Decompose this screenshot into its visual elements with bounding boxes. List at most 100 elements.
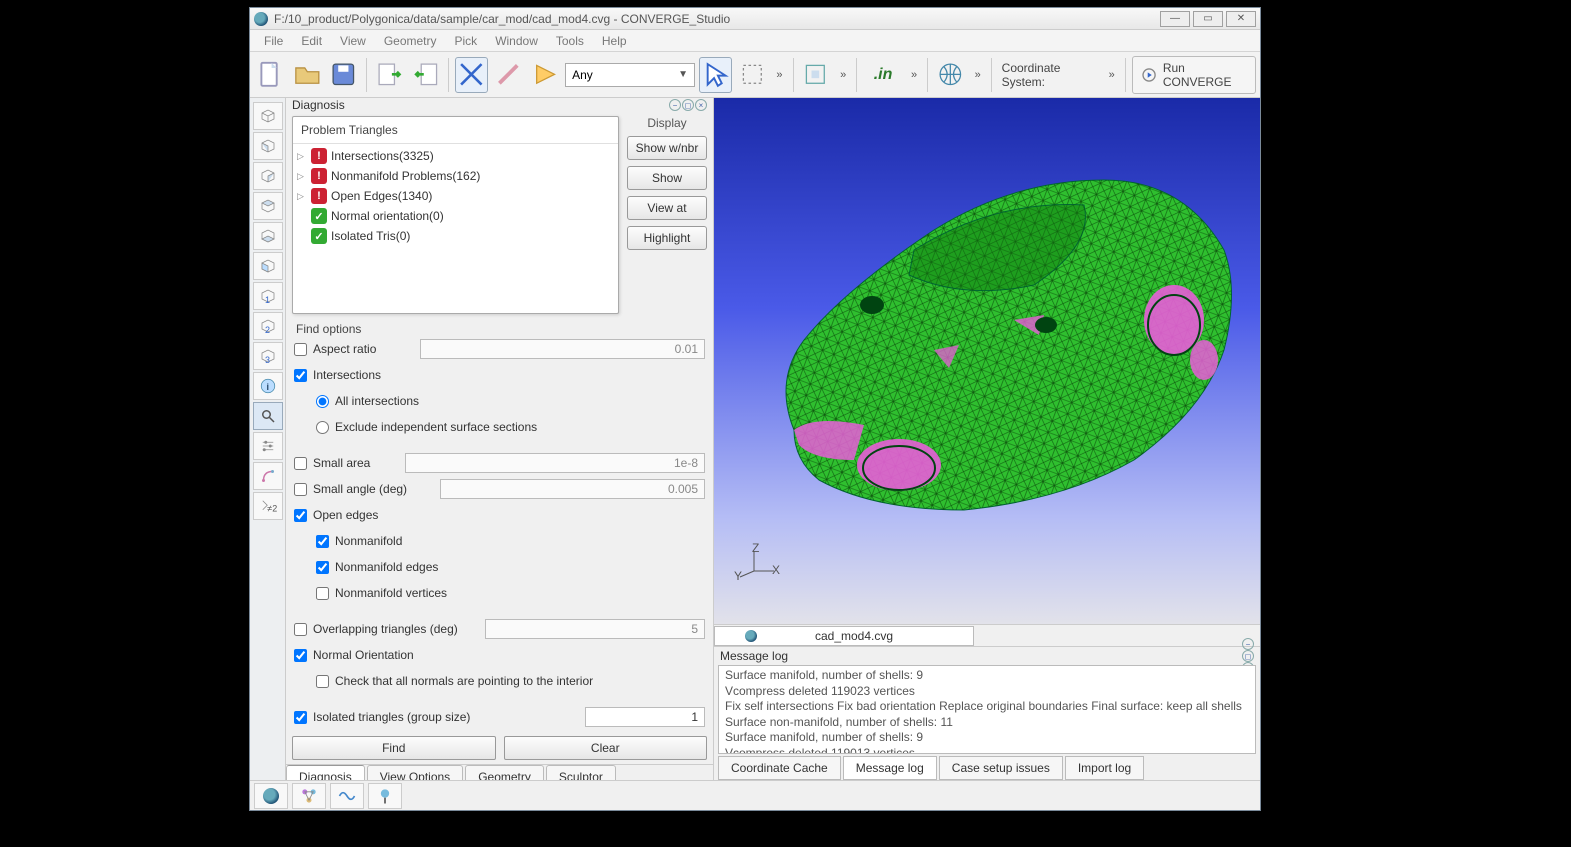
close-button[interactable]: ✕	[1226, 11, 1256, 27]
menu-pick[interactable]: Pick	[447, 32, 486, 50]
log-min-icon[interactable]: −	[1242, 638, 1254, 650]
aspect-ratio-checkbox[interactable]	[294, 343, 307, 356]
view-toggle-button[interactable]	[799, 57, 832, 93]
window-title: F:/10_product/Polygonica/data/sample/car…	[274, 12, 1160, 26]
view-right-3-button[interactable]: 3	[253, 342, 283, 370]
tree-item-normal-orient[interactable]: ✓Normal orientation(0)	[297, 206, 614, 226]
exclude-sections-radio[interactable]	[316, 421, 329, 434]
open-file-button[interactable]	[291, 57, 324, 93]
highlight-button[interactable]: Highlight	[627, 226, 707, 250]
menubar: File Edit View Geometry Pick Window Tool…	[250, 30, 1260, 52]
menu-window[interactable]: Window	[487, 32, 546, 50]
show-button[interactable]: Show	[627, 166, 707, 190]
tab-import-log[interactable]: Import log	[1065, 756, 1144, 780]
import-button[interactable]	[410, 57, 443, 93]
tree-item-open-edges[interactable]: ▷!Open Edges(1340)	[297, 186, 614, 206]
view-right-2-button[interactable]: 2	[253, 312, 283, 340]
toolbar-overflow-2[interactable]: »	[836, 69, 850, 81]
view-front-button[interactable]	[253, 132, 283, 160]
menu-view[interactable]: View	[332, 32, 374, 50]
tab-case-setup[interactable]: Case setup issues	[939, 756, 1063, 780]
minimize-button[interactable]: —	[1160, 11, 1190, 27]
isolated-checkbox[interactable]	[294, 711, 307, 724]
menu-edit[interactable]: Edit	[293, 32, 330, 50]
status-app-button[interactable]	[254, 783, 288, 809]
tab-message-log[interactable]: Message log	[843, 756, 937, 780]
body-area: 1 2 3 i ≠2 Diagnosis − ◻ × Problem Trian…	[250, 98, 1260, 780]
small-angle-label: Small angle (deg)	[313, 482, 407, 496]
cursor-select-button[interactable]	[699, 57, 732, 93]
maximize-button[interactable]: ▭	[1193, 11, 1223, 27]
selection-mode-dropdown[interactable]: Any ▼	[565, 63, 695, 87]
tab-coord-cache[interactable]: Coordinate Cache	[718, 756, 841, 780]
export-button[interactable]	[373, 57, 406, 93]
compare-button[interactable]: ≠2	[253, 492, 283, 520]
open-edges-checkbox[interactable]	[294, 509, 307, 522]
overlapping-input[interactable]	[485, 619, 705, 639]
shape-tool-button[interactable]	[253, 462, 283, 490]
status-topology-button[interactable]	[292, 783, 326, 809]
toolbar-overflow-4[interactable]: »	[971, 69, 985, 81]
log-float-icon[interactable]: ◻	[1242, 650, 1254, 662]
sliders-button[interactable]	[253, 432, 283, 460]
small-angle-checkbox[interactable]	[294, 483, 307, 496]
pick-face-button[interactable]	[528, 57, 561, 93]
tree-item-isolated[interactable]: ✓Isolated Tris(0)	[297, 226, 614, 246]
display-column: Display Show w/nbr Show View at Highligh…	[627, 116, 707, 314]
nm-edges-checkbox[interactable]	[316, 561, 329, 574]
view-at-button[interactable]: View at	[627, 196, 707, 220]
log-line: Surface non-manifold, number of shells: …	[725, 715, 1249, 731]
view-right-1-button[interactable]: 1	[253, 282, 283, 310]
nonmanifold-checkbox[interactable]	[316, 535, 329, 548]
small-angle-input[interactable]	[440, 479, 705, 499]
view-left-button[interactable]	[253, 252, 283, 280]
tree-item-intersections[interactable]: ▷!Intersections(3325)	[297, 146, 614, 166]
new-file-button[interactable]	[254, 57, 287, 93]
info-button[interactable]: i	[253, 372, 283, 400]
panel-float-icon[interactable]: ◻	[682, 99, 694, 111]
in-file-button[interactable]: .in	[863, 57, 903, 93]
view-iso-button[interactable]	[253, 102, 283, 130]
overlapping-checkbox[interactable]	[294, 623, 307, 636]
panel-min-icon[interactable]: −	[669, 99, 681, 111]
show-with-neighbor-button[interactable]: Show w/nbr	[627, 136, 707, 160]
view-bottom-button[interactable]	[253, 222, 283, 250]
message-log-body[interactable]: Surface manifold, number of shells: 9 Vc…	[718, 665, 1256, 754]
chevron-down-icon: ▼	[678, 69, 688, 80]
normal-orientation-checkbox[interactable]	[294, 649, 307, 662]
small-area-checkbox[interactable]	[294, 457, 307, 470]
small-area-label: Small area	[313, 456, 370, 470]
run-converge-button[interactable]: Run CONVERGE	[1132, 56, 1256, 94]
menu-geometry[interactable]: Geometry	[376, 32, 445, 50]
menu-file[interactable]: File	[256, 32, 291, 50]
view-back-button[interactable]	[253, 162, 283, 190]
box-select-button[interactable]	[736, 57, 769, 93]
status-pin-button[interactable]	[368, 783, 402, 809]
all-intersections-radio[interactable]	[316, 395, 329, 408]
aspect-ratio-input[interactable]	[420, 339, 705, 359]
3d-viewport[interactable]: Y Z X	[714, 98, 1260, 624]
small-area-input[interactable]	[405, 453, 705, 473]
isolated-input[interactable]	[585, 707, 705, 727]
diagnose-tool-button[interactable]	[253, 402, 283, 430]
tree-item-nonmanifold[interactable]: ▷!Nonmanifold Problems(162)	[297, 166, 614, 186]
toolbar-overflow-5[interactable]: »	[1105, 69, 1119, 81]
status-wave-button[interactable]	[330, 783, 364, 809]
file-tab[interactable]: cad_mod4.cvg	[714, 626, 974, 646]
pick-point-button[interactable]	[455, 57, 488, 93]
menu-tools[interactable]: Tools	[548, 32, 592, 50]
check-interior-checkbox[interactable]	[316, 675, 329, 688]
window-buttons: — ▭ ✕	[1160, 11, 1256, 27]
toolbar-overflow-1[interactable]: »	[772, 69, 786, 81]
intersections-checkbox[interactable]	[294, 369, 307, 382]
nm-vertices-checkbox[interactable]	[316, 587, 329, 600]
view-top-button[interactable]	[253, 192, 283, 220]
globe-button[interactable]	[934, 57, 967, 93]
menu-help[interactable]: Help	[594, 32, 635, 50]
find-button[interactable]: Find	[292, 736, 496, 760]
toolbar-overflow-3[interactable]: »	[907, 69, 921, 81]
panel-close-icon[interactable]: ×	[695, 99, 707, 111]
pick-edge-button[interactable]	[492, 57, 525, 93]
clear-button[interactable]: Clear	[504, 736, 708, 760]
save-file-button[interactable]	[327, 57, 360, 93]
